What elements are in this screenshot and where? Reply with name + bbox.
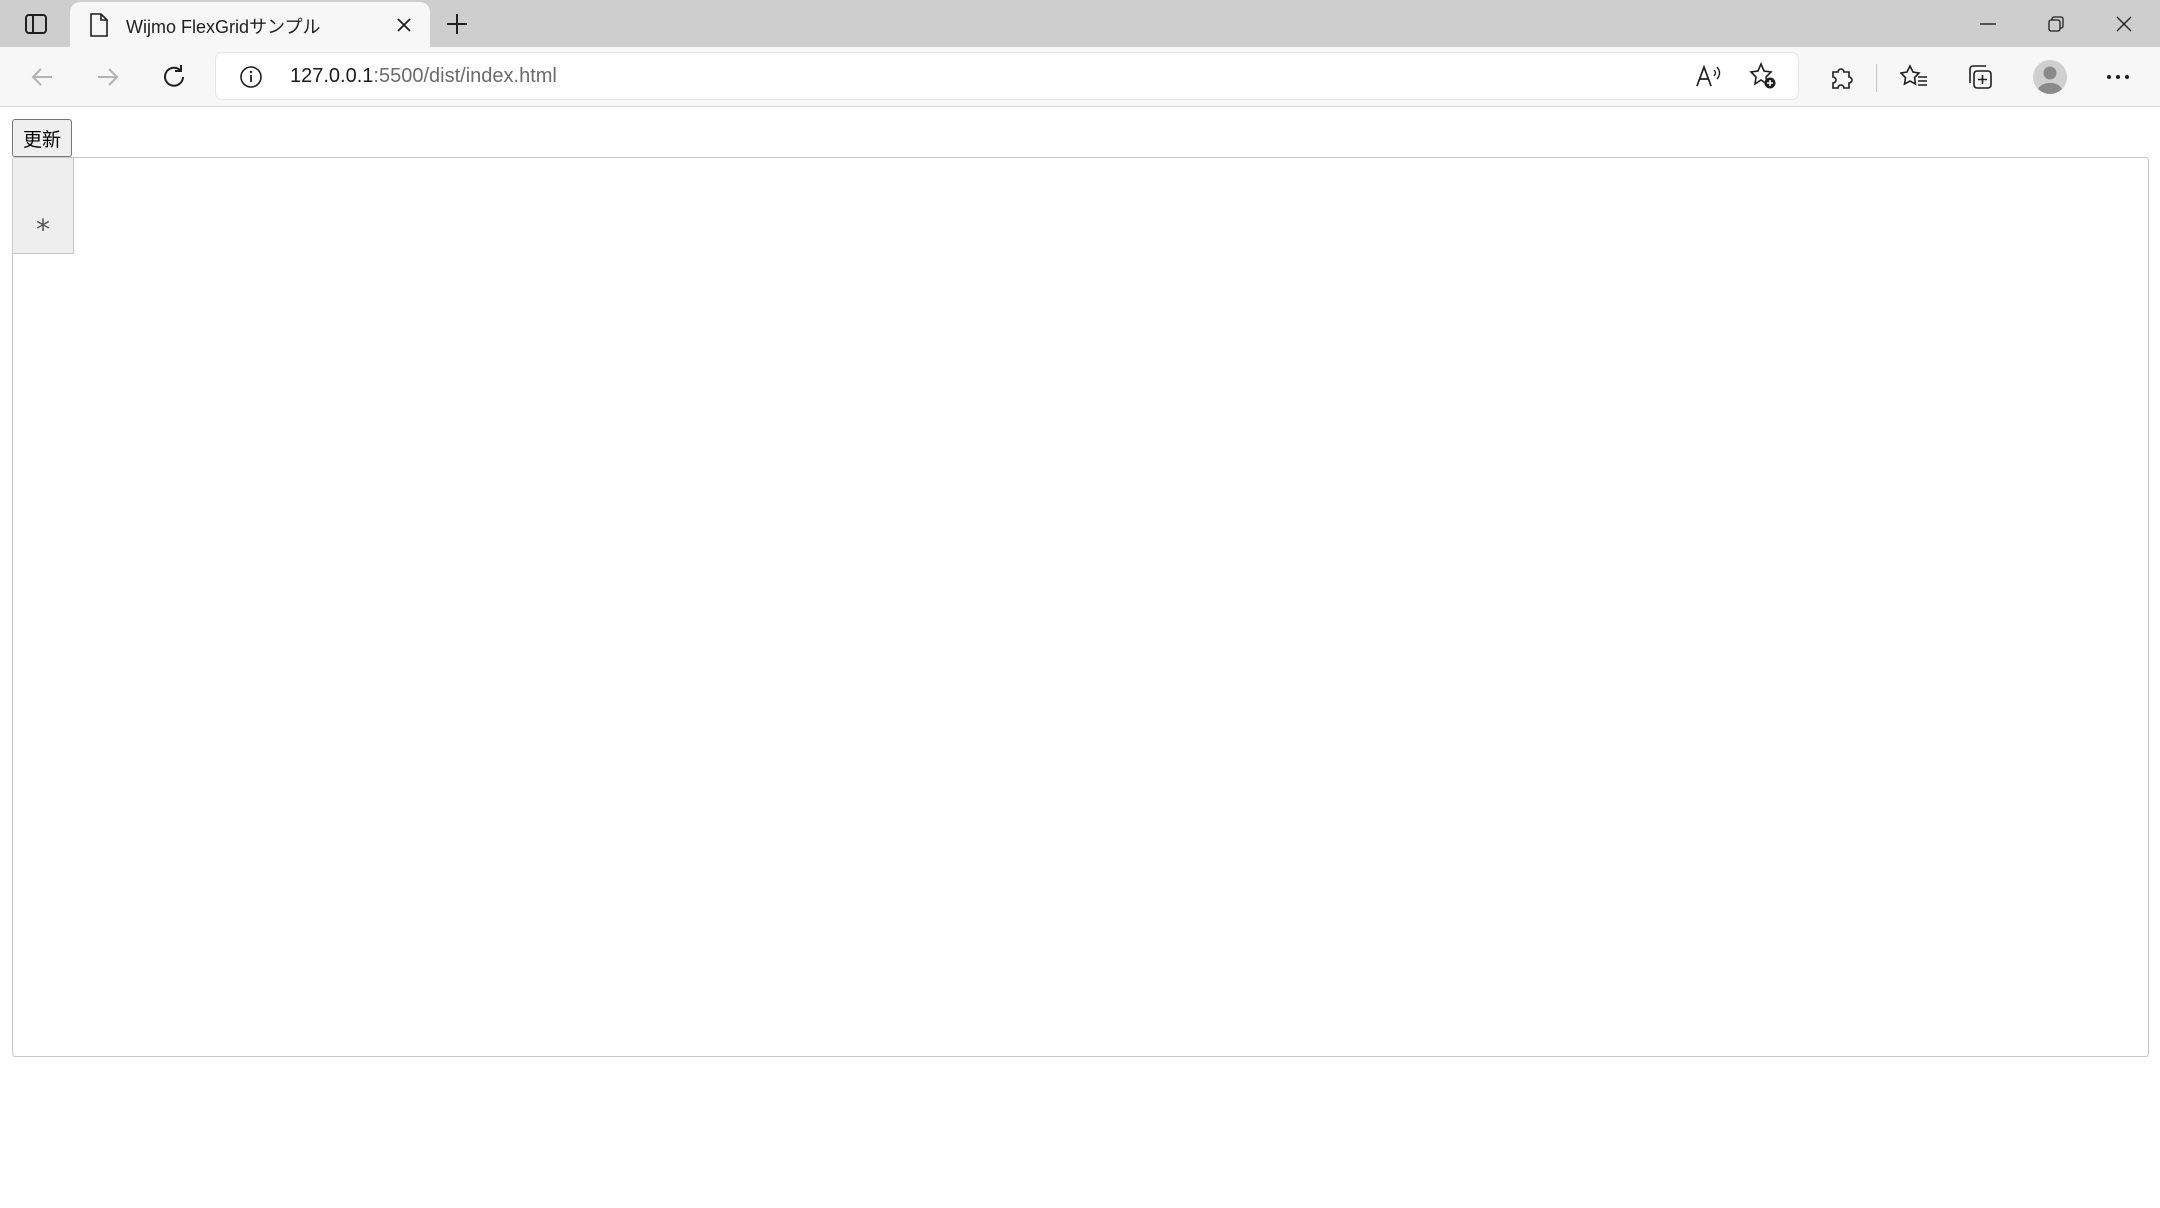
flexgrid[interactable]: * xyxy=(12,157,2149,1057)
toolbar-separator xyxy=(1876,64,1877,92)
profile-icon xyxy=(2033,60,2067,94)
profile-button[interactable] xyxy=(2030,57,2070,97)
read-aloud-icon xyxy=(1696,64,1721,87)
favorites-icon xyxy=(1900,64,1927,86)
page-content: 更新 * xyxy=(0,107,2160,1208)
more-menu-button[interactable] xyxy=(2098,57,2138,97)
tab-actions-button[interactable] xyxy=(16,8,56,40)
url-text[interactable]: 127.0.0.1:5500/dist/index.html xyxy=(290,65,557,88)
page-icon xyxy=(90,13,108,37)
tab-strip: Wijmo FlexGridサンプル xyxy=(0,0,2160,47)
read-aloud-button[interactable] xyxy=(1690,57,1728,95)
tab-close-button[interactable] xyxy=(392,13,416,37)
close-icon xyxy=(397,18,411,32)
back-button[interactable] xyxy=(22,57,62,97)
tab-title: Wijmo FlexGridサンプル xyxy=(126,17,321,37)
forward-arrow-icon xyxy=(98,68,119,86)
extensions-button[interactable] xyxy=(1822,57,1862,97)
puzzle-icon xyxy=(1832,68,1853,89)
forward-button[interactable] xyxy=(88,57,128,97)
refresh-icon xyxy=(164,65,184,87)
minimize-icon xyxy=(1980,22,1996,25)
close-icon xyxy=(2116,16,2132,31)
active-tab[interactable]: Wijmo FlexGridサンプル xyxy=(70,2,430,47)
favorites-button[interactable] xyxy=(1894,57,1934,97)
refresh-button[interactable] xyxy=(154,57,194,97)
info-icon xyxy=(240,66,262,88)
add-favorite-button[interactable] xyxy=(1744,57,1782,95)
tab-actions-icon xyxy=(25,14,47,34)
minimize-button[interactable] xyxy=(1954,0,2022,47)
address-bar[interactable]: 127.0.0.1:5500/dist/index.html xyxy=(216,53,1798,99)
site-info-button[interactable] xyxy=(238,64,264,90)
url-host: 127.0.0.1 xyxy=(290,65,374,87)
plus-icon xyxy=(447,14,467,34)
collections-button[interactable] xyxy=(1960,57,2000,97)
collections-icon xyxy=(1969,65,1992,89)
back-arrow-icon xyxy=(31,68,52,86)
new-tab-button[interactable] xyxy=(440,8,474,40)
browser-toolbar: 127.0.0.1:5500/dist/index.html xyxy=(0,47,2160,107)
more-icon xyxy=(2107,75,2129,79)
add-favorite-icon xyxy=(1749,62,1776,89)
grid-top-left-cell[interactable] xyxy=(13,158,74,207)
update-button[interactable]: 更新 xyxy=(12,119,73,157)
restore-icon xyxy=(2048,15,2064,32)
url-path: :5500/dist/index.html xyxy=(373,65,557,87)
grid-new-row-header[interactable]: * xyxy=(13,206,74,254)
restore-button[interactable] xyxy=(2022,0,2090,47)
window-close-button[interactable] xyxy=(2090,0,2158,47)
